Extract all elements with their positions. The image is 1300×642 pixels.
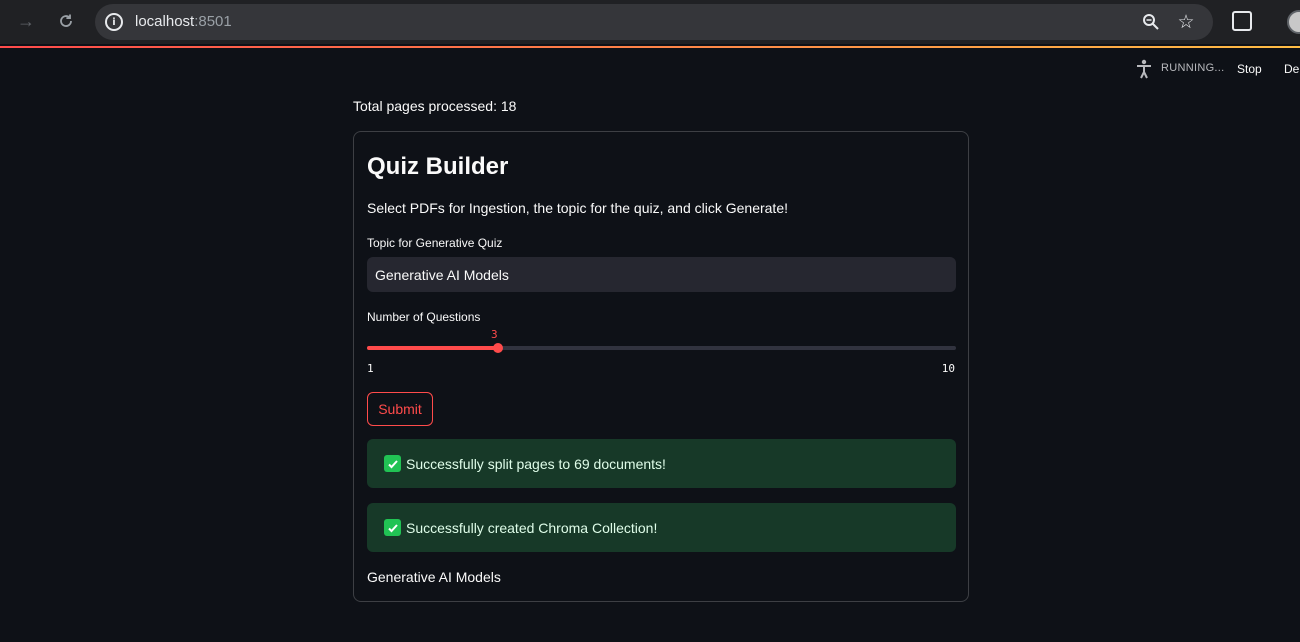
- url-text: localhost:8501: [135, 13, 232, 30]
- zoom-icon[interactable]: [1140, 11, 1162, 33]
- num-questions-slider[interactable]: [367, 343, 956, 353]
- browser-toolbar: → i localhost:8501 ☆: [0, 0, 1300, 44]
- form-description: Select PDFs for Ingestion, the topic for…: [367, 200, 788, 216]
- address-bar[interactable]: i localhost:8501 ☆: [95, 4, 1213, 40]
- topic-input[interactable]: [367, 257, 956, 292]
- total-pages-text: Total pages processed: 18: [353, 98, 517, 114]
- bookmark-star-icon[interactable]: ☆: [1175, 11, 1197, 33]
- success-alert: Successfully split pages to 69 documents…: [367, 439, 956, 488]
- forward-icon[interactable]: →: [14, 9, 38, 33]
- profile-avatar[interactable]: [1287, 10, 1300, 34]
- check-icon: [384, 455, 401, 472]
- page-title: Quiz Builder: [367, 153, 509, 180]
- slider-value: 3: [491, 328, 498, 341]
- success-alert: Successfully created Chroma Collection!: [367, 503, 956, 552]
- num-questions-label: Number of Questions: [367, 310, 481, 324]
- slider-fill: [367, 346, 498, 350]
- slider-min: 1: [367, 362, 374, 375]
- topic-label: Topic for Generative Quiz: [367, 236, 503, 250]
- running-status: RUNNING...: [1161, 62, 1225, 74]
- site-info-icon[interactable]: i: [105, 13, 123, 31]
- loading-indicator: [0, 46, 1300, 48]
- extensions-icon[interactable]: [1232, 11, 1252, 31]
- running-icon: [1136, 59, 1152, 79]
- alert-text: Successfully created Chroma Collection!: [406, 520, 658, 536]
- result-topic: Generative AI Models: [367, 569, 501, 585]
- reload-icon[interactable]: [54, 9, 78, 33]
- submit-button[interactable]: Submit: [367, 392, 433, 426]
- slider-thumb[interactable]: [492, 343, 503, 353]
- alert-text: Successfully split pages to 69 documents…: [406, 456, 666, 472]
- stop-button[interactable]: Stop: [1237, 62, 1262, 76]
- quiz-form: Quiz Builder Select PDFs for Ingestion, …: [353, 131, 969, 602]
- deploy-button[interactable]: Deploy: [1284, 62, 1300, 76]
- check-icon: [384, 519, 401, 536]
- slider-max: 10: [941, 362, 955, 375]
